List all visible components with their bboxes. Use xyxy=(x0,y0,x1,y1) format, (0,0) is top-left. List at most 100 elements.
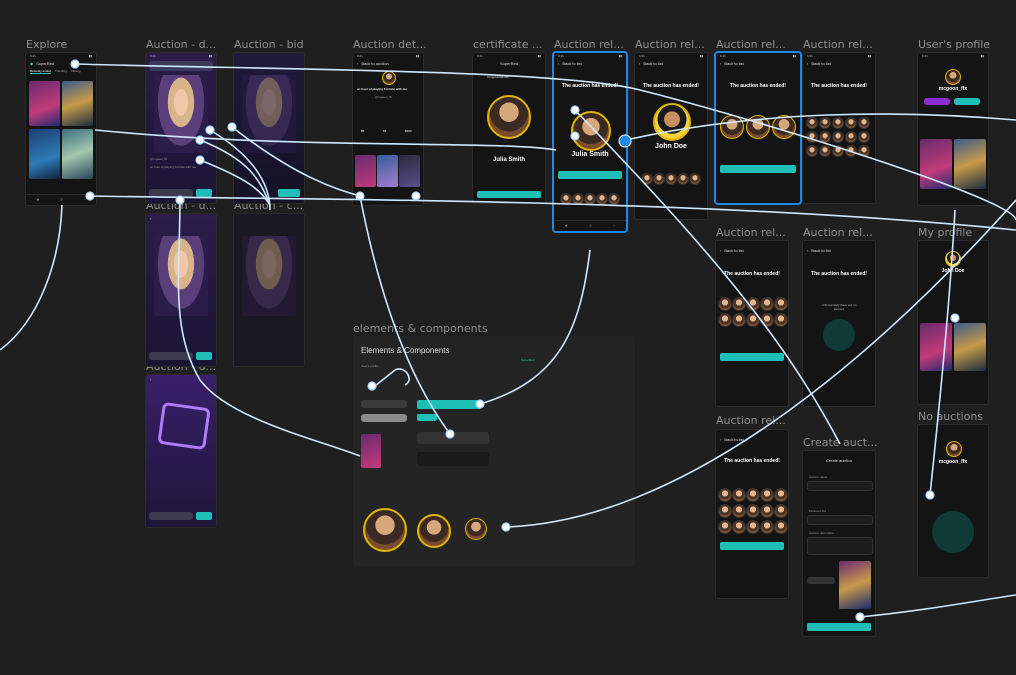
auction-tile[interactable] xyxy=(954,139,986,189)
frame-label-auction-bid[interactable]: Auction - bid xyxy=(234,38,304,51)
screen-create-auction[interactable]: Create auction Auction name Minimum bid … xyxy=(803,451,875,636)
primary-button-sample[interactable] xyxy=(417,400,481,409)
chevron-left-icon[interactable]: ‹ xyxy=(558,61,559,66)
screen-auction-rel2[interactable]: 9:41 ▮▮ ‹ Back to list The auction has end… xyxy=(635,53,707,219)
small-button-sample[interactable] xyxy=(417,414,437,421)
auction-tile[interactable] xyxy=(399,155,420,187)
bid-input[interactable] xyxy=(149,352,193,360)
back-label[interactable]: Back to list xyxy=(643,61,662,66)
chevron-left-icon[interactable]: ‹ xyxy=(720,61,721,66)
frame-label-certificate[interactable]: certificate ... xyxy=(473,38,543,51)
screen-auction-d3[interactable]: ‹ xyxy=(146,375,216,527)
auction-tile[interactable] xyxy=(355,155,376,187)
home-icon[interactable]: ● xyxy=(565,223,568,229)
auction-tile[interactable] xyxy=(62,81,93,126)
auction-tile-sample[interactable] xyxy=(361,434,381,468)
auction-banner[interactable] xyxy=(149,61,213,71)
chat-chip-sample[interactable] xyxy=(417,432,489,444)
screen-users-profile[interactable]: 9:41 ▮▮ mcgoon_ffx xyxy=(918,53,988,205)
screen-explore[interactable]: 9:41 ▮▮ ◆ SuperRed Recently ended Trending… xyxy=(26,53,96,205)
frame-label-auction-rel6[interactable]: Auction rel... xyxy=(803,226,873,239)
chevron-left-icon[interactable]: ‹ xyxy=(720,248,721,253)
screen-auction-rel1[interactable]: 9:41 ▮▮ ‹ Back to list The auction has end… xyxy=(554,53,626,231)
frame-label-auction-d1[interactable]: Auction - d... xyxy=(146,38,216,51)
frame-label-auction-rel4[interactable]: Auction rel... xyxy=(803,38,873,51)
screen-auction-d1[interactable]: 9:41 ▮▮ @rogaan_ffx an hour of playing Fo… xyxy=(146,53,216,203)
bid-button[interactable] xyxy=(196,512,212,520)
auction-tile[interactable] xyxy=(62,129,93,179)
frame-label-no-auctions[interactable]: No auctions xyxy=(918,410,983,423)
elements-panel[interactable]: Elements & Components User's profile Sup… xyxy=(353,336,635,566)
chevron-left-icon[interactable]: ‹ xyxy=(150,377,151,382)
chevron-left-icon[interactable]: ‹ xyxy=(357,61,358,66)
auction-tile[interactable] xyxy=(29,81,60,126)
screen-certificate[interactable]: 9:41 ▮▮ SuperRed Congratulations! Julia S… xyxy=(473,53,545,203)
screen-no-auctions[interactable]: mcgoon_ffx xyxy=(918,425,988,577)
message-button[interactable] xyxy=(954,98,980,105)
back-header[interactable]: ‹ xyxy=(146,214,216,222)
auction-tile[interactable] xyxy=(377,155,398,187)
change-image-button[interactable] xyxy=(807,577,835,584)
back-label[interactable]: Back to list xyxy=(724,437,743,442)
frame-label-auction-rel5[interactable]: Auction rel... xyxy=(716,226,786,239)
back-header[interactable]: ‹ Back to list xyxy=(716,435,788,443)
back-header[interactable]: ‹ Back to list xyxy=(716,246,788,254)
view-button[interactable] xyxy=(477,191,541,198)
profile-icon[interactable]: ◦ xyxy=(613,223,615,229)
frame-label-auction-det[interactable]: Auction det... xyxy=(353,38,427,51)
back-header[interactable]: ‹ Back to list xyxy=(716,59,800,67)
follow-button[interactable] xyxy=(924,98,950,105)
chevron-left-icon[interactable]: ‹ xyxy=(639,61,640,66)
bid-button[interactable] xyxy=(196,189,212,197)
bid-button[interactable] xyxy=(278,189,300,197)
back-label[interactable]: Back to list xyxy=(811,61,830,66)
description-input[interactable] xyxy=(807,537,873,555)
screen-auction-rel6[interactable]: ‹ Back to list The auction has ended! Unf… xyxy=(803,241,875,406)
screen-my-profile[interactable]: John Doe xyxy=(918,241,988,404)
back-header[interactable]: ‹ Back to list xyxy=(803,246,875,254)
home-icon[interactable]: ● xyxy=(36,197,39,203)
back-header[interactable]: ‹ Back to list xyxy=(635,59,707,67)
screen-auction-det[interactable]: 9:41 ▮▮ ‹ Back to auction an hour of playi… xyxy=(353,53,423,205)
frame-label-auction-rel1[interactable]: Auction rel... xyxy=(554,38,624,51)
auction-tile[interactable] xyxy=(29,129,60,179)
profile-icon[interactable]: ◦ xyxy=(84,197,86,203)
back-label[interactable]: Back to auction xyxy=(361,61,388,66)
disabled-input-sample[interactable] xyxy=(361,414,407,422)
back-label[interactable]: Back to list xyxy=(724,61,743,66)
chevron-left-icon[interactable]: ‹ xyxy=(807,61,808,66)
frame-label-auction-rel7[interactable]: Auction rel... xyxy=(716,414,786,427)
screen-auction-bid[interactable] xyxy=(234,53,304,203)
back-label[interactable]: Back to list xyxy=(562,61,581,66)
screen-auction-c[interactable] xyxy=(234,214,304,366)
tab-trending[interactable]: Trending xyxy=(55,69,67,74)
bid-button[interactable] xyxy=(196,352,212,360)
back-header[interactable]: ‹ Back to list xyxy=(554,59,626,67)
input-sample[interactable] xyxy=(361,400,407,408)
message-winners-button[interactable] xyxy=(720,353,784,361)
min-bid-input[interactable] xyxy=(807,515,873,525)
frame-label-elements[interactable]: elements & components xyxy=(353,322,488,335)
chevron-left-icon[interactable]: ‹ xyxy=(150,216,151,221)
screen-auction-d2[interactable]: ‹ xyxy=(146,214,216,366)
tab-closing[interactable]: Closing xyxy=(71,69,81,74)
search-icon[interactable]: ⌕ xyxy=(60,197,63,203)
message-winners-button[interactable] xyxy=(720,165,796,173)
chevron-left-icon[interactable]: ‹ xyxy=(720,437,721,442)
screen-auction-rel7[interactable]: ‹ Back to list The auction has ended! xyxy=(716,430,788,598)
back-header[interactable]: ‹ Back to auction xyxy=(353,59,423,67)
back-header[interactable]: ‹ xyxy=(146,375,216,383)
auction-tile[interactable] xyxy=(954,323,986,371)
back-label[interactable]: Back to list xyxy=(811,248,830,253)
auction-tile[interactable] xyxy=(920,139,952,189)
frame-label-users-profile[interactable]: User's profile xyxy=(918,38,990,51)
screen-auction-rel5[interactable]: ‹ Back to list The auction has ended! xyxy=(716,241,788,406)
bid-input[interactable] xyxy=(149,189,193,197)
screen-auction-rel3[interactable]: 9:41 ▮▮ ‹ Back to list The auction has end… xyxy=(716,53,800,203)
frame-label-auction-rel3[interactable]: Auction rel... xyxy=(716,38,786,51)
bid-input[interactable] xyxy=(149,512,193,520)
message-winners-button[interactable] xyxy=(720,542,784,550)
back-label[interactable]: Back to list xyxy=(724,248,743,253)
frame-label-auction-rel2[interactable]: Auction rel... xyxy=(635,38,705,51)
message-winners-button[interactable] xyxy=(558,171,622,179)
